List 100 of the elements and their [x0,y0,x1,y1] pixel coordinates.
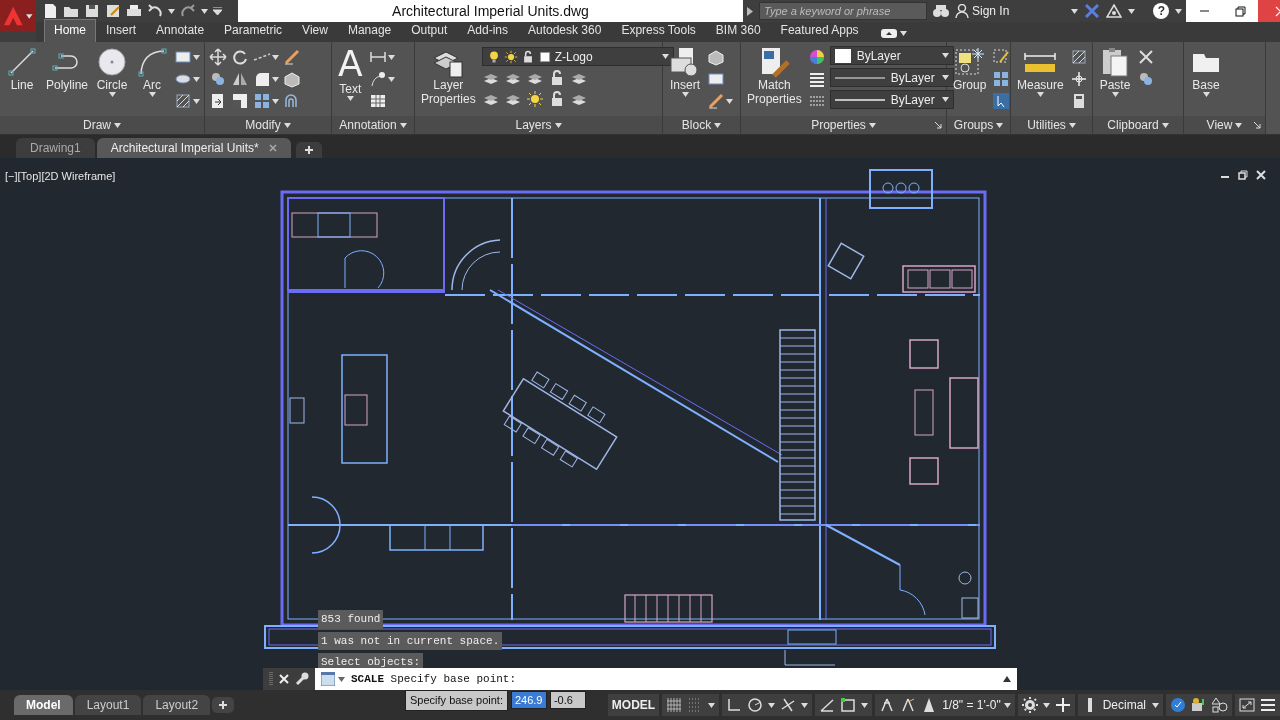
layout-tab[interactable]: Model [14,695,73,715]
caret-icon[interactable] [996,122,1004,128]
print-icon[interactable] [126,3,142,19]
caret-icon[interactable] [1111,92,1119,97]
ribbon-tab[interactable]: Add-ins [457,19,518,42]
tool-button[interactable]: A Text [336,46,365,101]
caret-icon[interactable] [861,702,869,708]
cube-icon[interactable] [283,70,301,88]
caret-icon[interactable] [1235,122,1243,128]
ribbon-tab[interactable]: Manage [337,19,402,42]
coordinate-field[interactable]: -0.6 [549,691,586,710]
caret-icon[interactable] [387,76,395,82]
copy-icon[interactable] [1137,70,1155,88]
caret-icon[interactable] [168,8,175,14]
polar-tracking-icon[interactable] [747,697,764,713]
caret-icon[interactable] [193,76,201,82]
dialog-launcher-icon[interactable] [935,122,942,129]
ribbon-tab[interactable]: Insert [96,19,147,42]
rotate-icon[interactable] [231,48,249,66]
wrench-icon[interactable] [295,672,309,686]
customize-menu-icon[interactable] [213,7,222,15]
ribbon-tab[interactable]: Autodesk 360 [518,19,612,42]
caret-icon[interactable] [554,122,562,128]
isolate-objects-icon[interactable] [1170,697,1186,713]
caret-icon[interactable] [941,75,949,80]
rectangle-icon[interactable] [174,48,193,66]
caret-icon[interactable] [272,54,279,60]
annotation-visibility-icon[interactable] [879,697,896,713]
angle-icon[interactable] [819,697,836,713]
gear-icon[interactable] [1021,697,1038,713]
group-edit-icon[interactable] [992,48,1011,66]
caret-icon[interactable] [1161,122,1169,128]
shapes-icon[interactable] [1212,697,1228,713]
object-snap-icon[interactable] [840,697,857,713]
recent-commands-icon[interactable] [1003,676,1011,682]
cube-icon[interactable] [707,48,725,66]
copy-icon[interactable] [209,70,227,88]
help-button[interactable]: ? [1153,3,1170,19]
table-icon[interactable] [368,92,387,110]
save-as-icon[interactable] [105,3,121,19]
expand-arrow-icon[interactable] [747,6,753,16]
tool-button[interactable]: Polyline [44,46,91,92]
sign-in-button[interactable]: Sign In [955,2,1010,20]
caret-icon[interactable] [1175,8,1183,14]
tool-button[interactable]: Group [951,46,989,92]
caret-icon[interactable] [1042,702,1050,708]
file-tab[interactable]: Architectural Imperial Units* [96,138,291,158]
command-line-input[interactable]: SCALE Specify base point: [345,670,517,688]
hatch-icon[interactable] [1069,48,1088,66]
layout-tab[interactable]: Layout2 [143,695,211,715]
ribbon-tab[interactable]: Parametric [214,19,293,42]
plus-icon[interactable] [304,146,313,154]
tool-button[interactable]: Measure [1015,46,1066,97]
layout-tab[interactable]: Layout1 [74,695,142,715]
search-field[interactable]: Type a keyword or phrase [759,2,927,20]
caret-icon[interactable] [399,122,407,128]
caret-icon[interactable] [148,92,156,97]
caret-icon[interactable] [1036,92,1044,97]
caret-icon[interactable] [1202,92,1210,97]
caret-icon[interactable] [114,122,121,128]
ribbon-tab[interactable]: Express Tools [611,19,706,42]
caret-icon[interactable] [338,676,345,682]
caret-icon[interactable] [941,97,949,102]
coordinate-field[interactable]: 246.9 [510,691,547,710]
caret-icon[interactable] [193,98,201,104]
caret-icon[interactable] [1068,122,1076,128]
panel-title[interactable]: Layers [515,116,562,134]
tool-button[interactable]: Paste [1097,46,1133,97]
ribbon-tab[interactable]: Home [44,19,96,42]
caret-icon[interactable] [1003,702,1011,708]
caret-icon[interactable] [108,92,116,97]
ribbon-tab[interactable]: Featured Apps [770,19,869,42]
sun-icon[interactable] [525,90,544,108]
move-icon[interactable] [209,48,227,66]
leader-icon[interactable] [368,70,387,88]
caret-icon[interactable] [726,98,733,104]
file-tab[interactable]: Drawing1 [16,138,95,158]
undo-icon[interactable] [147,3,163,19]
caret-icon[interactable] [1152,702,1159,708]
caret-icon[interactable] [201,8,208,14]
ribbon-tab[interactable]: Output [401,19,458,42]
triangle-network-icon[interactable] [1106,4,1123,18]
property-dropdown[interactable]: ByLayer [829,68,954,87]
viewport-controls-label[interactable]: [−][Top][2D Wireframe] [5,168,116,185]
tool-button[interactable]: Line [4,46,40,92]
grid-display-icon[interactable] [666,697,683,713]
panel-title[interactable]: Draw [83,116,121,134]
tool-button[interactable]: Match Properties [745,46,804,106]
fillet-icon[interactable] [253,70,271,88]
plus-icon[interactable] [219,701,228,709]
caret-icon[interactable] [346,96,354,101]
panel-toggle-icon[interactable] [880,29,897,38]
fullscreen-icon[interactable] [1239,697,1255,713]
caret-icon[interactable] [868,122,876,128]
caret-icon[interactable] [941,53,949,58]
lines-icon[interactable] [807,70,826,88]
isometric-icon[interactable] [780,697,797,713]
caret-icon[interactable] [708,702,716,708]
color-wheel-icon[interactable] [807,48,826,66]
caret-icon[interactable] [26,13,33,19]
